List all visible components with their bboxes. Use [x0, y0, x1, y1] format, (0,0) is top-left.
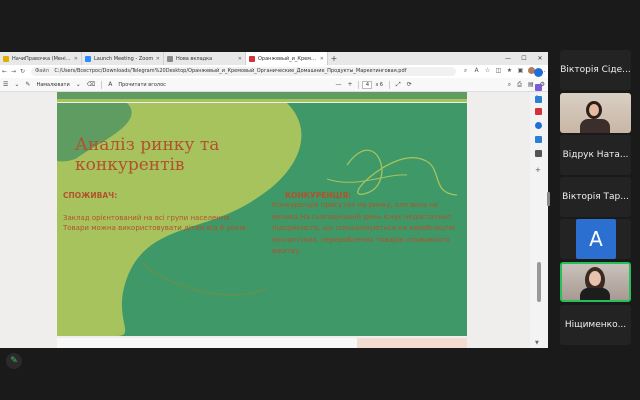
participant-name: Вікторія Сіде... [560, 65, 631, 75]
participant-name: Ніщименко... [564, 320, 627, 330]
next-page-edge [57, 338, 467, 348]
browser-tab-active[interactable]: Оранжевый_и_Кремовый_Органи... ✕ [246, 52, 328, 65]
fit-page-icon[interactable]: ⤢ [393, 81, 404, 89]
participant-body [580, 288, 610, 300]
sidebar-app-icon[interactable] [535, 96, 542, 103]
edge-sidebar: + [530, 66, 548, 196]
divider [101, 80, 103, 89]
zoom-meeting-screen: НачиПравочка (Мені 4 з'являєтся) ✕ Launc… [0, 0, 640, 400]
tab-close-icon[interactable]: ✕ [74, 56, 78, 62]
forward-icon[interactable]: → [9, 68, 18, 75]
participant-tile[interactable]: Вікторія Тар... [560, 177, 631, 217]
participant-tile[interactable]: Ніщименко... [560, 305, 631, 345]
annotate-pencil-button[interactable]: ✎ [6, 353, 22, 369]
print-icon[interactable]: ⎙ [514, 81, 525, 89]
participant-avatar: A [576, 219, 616, 259]
previous-page-edge [57, 92, 467, 102]
new-tab-button[interactable]: + [328, 54, 340, 63]
read-aloud-label[interactable]: Прочитати вголос [115, 82, 169, 88]
bing-icon[interactable] [534, 68, 543, 77]
sidebar-app-icon[interactable] [535, 150, 542, 157]
minimize-button[interactable]: — [500, 52, 516, 65]
zoom-icon[interactable]: ⌕ [460, 67, 471, 76]
participant-name: Відрук Ната... [562, 150, 629, 160]
menu-icon[interactable]: ☰ [0, 81, 11, 88]
participant-body [580, 119, 610, 133]
participant-tile[interactable]: Вікторія Сіде... [560, 50, 631, 90]
scroll-thumb[interactable] [537, 262, 541, 302]
zoom-out-button[interactable]: — [332, 81, 344, 88]
read-aloud-icon[interactable]: A [471, 67, 482, 76]
panel-resize-handle[interactable] [547, 192, 550, 206]
file-label: Файл [35, 68, 49, 74]
slide-title: Аналіз ринку та конкурентів [75, 135, 220, 175]
maximize-button[interactable]: ☐ [516, 52, 532, 65]
window-controls: — ☐ ✕ [500, 52, 548, 65]
pdf-toolbar: ☰ ⌄ ✎ Намалювати ⌄ ⌫ A Прочитати вголос … [0, 78, 548, 92]
sidebar-app-icon[interactable] [535, 84, 542, 91]
split-screen-icon[interactable]: ◫ [493, 67, 504, 76]
participant-video-tile[interactable] [560, 93, 631, 133]
participant-face [589, 104, 599, 116]
participant-video-tile-speaking[interactable] [560, 262, 631, 302]
browser-tab[interactable]: НачиПравочка (Мені 4 з'являєтся) ✕ [0, 52, 82, 65]
eraser-icon[interactable]: ⌫ [84, 81, 98, 88]
chevron-down-icon[interactable]: ⌄ [11, 81, 22, 88]
browser-tab[interactable]: Нова вкладка ✕ [164, 52, 246, 65]
favorite-icon[interactable]: ☆ [482, 67, 493, 76]
consumer-heading: СПОЖИВАЧ: [63, 191, 118, 200]
sidebar-app-icon[interactable] [535, 108, 542, 115]
page-total: з 6 [375, 81, 383, 88]
address-bar: ← → ↻ Файл C:/Users/Всестрос/Downloads/T… [0, 65, 548, 78]
pdf-slide: Аналіз ринку та конкурентів СПОЖИВАЧ: За… [57, 103, 467, 336]
scroll-down-icon[interactable]: ▼ [535, 340, 539, 346]
collections-icon[interactable]: ▣ [515, 67, 526, 76]
browser-tab[interactable]: Launch Meeting - Zoom ✕ [82, 52, 164, 65]
refresh-icon[interactable]: ↻ [18, 68, 27, 75]
sidebar-app-icon[interactable] [535, 136, 542, 143]
competition-heading: КОНКУРЕНЦІЯ: [285, 191, 352, 200]
add-icon[interactable]: + [535, 166, 541, 174]
tab-label: Нова вкладка [176, 55, 213, 62]
competition-text: Конкуренція присутня на ринку, але вона … [272, 201, 455, 255]
tab-label: Launch Meeting - Zoom [94, 55, 154, 62]
pdf-favicon-icon [249, 55, 255, 62]
read-aloud-icon[interactable]: A [105, 81, 115, 88]
consumer-text: Заклад орієнтований на всі групи населен… [63, 214, 246, 232]
rotate-icon[interactable]: ⟳ [404, 81, 415, 88]
close-window-button[interactable]: ✕ [532, 52, 548, 65]
tab-close-icon[interactable]: ✕ [320, 56, 324, 62]
favorites-list-icon[interactable]: ★ [504, 67, 515, 76]
url-text: C:/Users/Всестрос/Downloads/Telegram%20D… [54, 68, 407, 74]
tab-label: НачиПравочка (Мені 4 з'являєтся) [12, 55, 72, 62]
divider [388, 80, 390, 89]
url-field[interactable]: Файл C:/Users/Всестрос/Downloads/Telegra… [31, 67, 456, 76]
participant-name: Вікторія Тар... [562, 192, 629, 202]
tab-close-icon[interactable]: ✕ [156, 56, 160, 62]
sidebar-app-icon[interactable] [535, 122, 542, 129]
tab-close-icon[interactable]: ✕ [238, 56, 242, 62]
pdf-viewer[interactable]: Аналіз ринку та конкурентів СПОЖИВАЧ: За… [0, 92, 530, 348]
zoom-in-button[interactable]: + [344, 81, 355, 88]
chevron-down-icon[interactable]: ⌄ [73, 81, 84, 88]
draw-label[interactable]: Намалювати [33, 82, 72, 88]
draw-icon[interactable]: ✎ [22, 81, 33, 88]
tab-label: Оранжевый_и_Кремовый_Органи... [258, 55, 318, 62]
divider [358, 80, 360, 89]
search-icon[interactable]: ⌕ [505, 81, 514, 89]
shared-browser-window: НачиПравочка (Мені 4 з'являєтся) ✕ Launc… [0, 52, 548, 348]
participant-face [589, 271, 601, 286]
back-icon[interactable]: ← [0, 68, 9, 75]
page-number-input[interactable]: 4 [362, 80, 373, 89]
participant-tile[interactable]: Відрук Ната... [560, 135, 631, 175]
tab-favicon-icon [3, 55, 9, 62]
tab-favicon-icon [85, 55, 91, 62]
tab-favicon-icon [167, 55, 173, 62]
browser-tab-bar: НачиПравочка (Мені 4 з'являєтся) ✕ Launc… [0, 52, 548, 65]
